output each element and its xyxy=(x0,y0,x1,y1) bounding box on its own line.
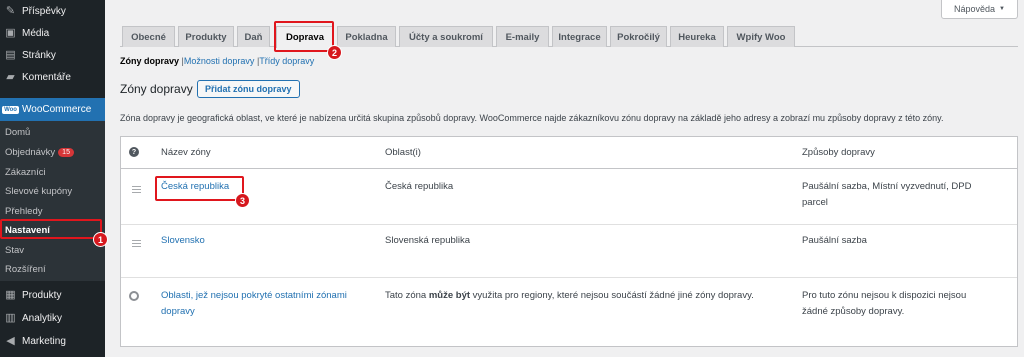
subnav-shipping-zones[interactable]: Zóny dopravy xyxy=(120,56,179,66)
callout-highlight-settings xyxy=(0,219,102,239)
submenu-item-coupons[interactable]: Slevové kupóny xyxy=(5,186,72,197)
methods-line: žádné způsoby dopravy. xyxy=(802,306,905,317)
menu-item-pages[interactable]: ▤ Stránky xyxy=(0,44,105,66)
menu-item-label: Analytiky xyxy=(22,312,63,324)
callout-highlight-shipping-tab xyxy=(274,21,334,52)
tab-accounts-privacy[interactable]: Účty a soukromí xyxy=(399,26,493,47)
methods-line: Pro tuto zónu nejsou k dispozici nejsou xyxy=(802,290,967,301)
menu-item-label: Marketing xyxy=(22,335,66,347)
admin-sidebar: ✎ Příspěvky ▣ Média ▤ Stránky ▰ Komentář… xyxy=(0,0,105,357)
help-button[interactable]: Nápověda ▼ xyxy=(941,0,1018,19)
zone-methods-line: Paušální sazba, Místní vyzvednutí, DPD xyxy=(802,181,972,192)
page-title: Zóny dopravy xyxy=(120,82,193,96)
tab-advanced[interactable]: Pokročilý xyxy=(610,26,667,47)
tab-products[interactable]: Produkty xyxy=(178,26,234,47)
add-shipping-zone-button[interactable]: Přidat zónu dopravy xyxy=(197,80,300,98)
submenu-item-home[interactable]: Domů xyxy=(5,127,30,138)
region-text: Tato zóna xyxy=(385,290,427,301)
zone-region: Slovenská republika xyxy=(385,235,471,246)
submenu-item-status[interactable]: Stav xyxy=(5,245,24,256)
tab-tax[interactable]: Daň xyxy=(237,26,270,47)
region-text-bold: může být xyxy=(428,290,471,301)
row-divider xyxy=(121,277,1017,278)
tab-wpify-woo[interactable]: Wpify Woo xyxy=(727,26,795,47)
menu-item-label: Produkty xyxy=(22,289,62,301)
media-icon: ▣ xyxy=(5,26,16,39)
callout-highlight-zone-cz xyxy=(155,176,244,201)
callout-marker-1: 1 xyxy=(93,232,108,247)
pages-icon: ▤ xyxy=(5,48,16,61)
menu-item-label: Média xyxy=(22,27,50,39)
row-divider xyxy=(121,224,1017,225)
tab-checkout[interactable]: Pokladna xyxy=(337,26,396,47)
marketing-icon: ◀ xyxy=(6,334,15,347)
table-header xyxy=(121,137,1017,169)
menu-item-marketing[interactable]: ◀ Marketing xyxy=(0,330,105,352)
submenu-item-reports[interactable]: Přehledy xyxy=(5,206,43,217)
shipping-zones-table: ? Název zóny Oblast(i) Způsoby dopravy Č… xyxy=(120,136,1018,347)
menu-item-comments[interactable]: ▰ Komentáře xyxy=(0,66,105,88)
submenu-item-label: Objednávky xyxy=(5,147,56,158)
menu-item-analytics[interactable]: ▥ Analytiky xyxy=(0,307,105,329)
menu-item-label: WooCommerce xyxy=(22,104,92,115)
callout-marker-3: 3 xyxy=(235,193,250,208)
drag-handle-icon[interactable] xyxy=(132,186,141,193)
tab-general[interactable]: Obecné xyxy=(122,26,175,47)
menu-item-label: Stránky xyxy=(22,49,56,61)
rest-of-world-zone-link[interactable]: Oblasti, jež nejsou pokryté ostatními zó… xyxy=(161,288,347,320)
settings-tabs: Obecné Produkty Daň Doprava Pokladna Účt… xyxy=(120,26,1018,48)
woocommerce-submenu: Domů Objednávky 15 Zákazníci Slevové kupó… xyxy=(0,121,105,281)
column-header-methods: Způsoby dopravy xyxy=(802,147,875,158)
submenu-item-customers[interactable]: Zákazníci xyxy=(5,167,46,178)
column-header-regions: Oblast(i) xyxy=(385,147,421,158)
zone-name-line: Oblasti, jež nejsou pokryté ostatními zó… xyxy=(161,290,347,301)
menu-item-label: Příspěvky xyxy=(22,5,66,17)
analytics-icon: ▥ xyxy=(5,311,16,324)
region-text: využita pro regiony, které nejsou součás… xyxy=(472,290,754,301)
pin-icon: ✎ xyxy=(5,4,16,17)
column-header-zone-name: Název zóny xyxy=(161,147,211,158)
globe-icon xyxy=(129,291,139,301)
drag-handle-icon[interactable] xyxy=(132,240,141,247)
tab-emails[interactable]: E-maily xyxy=(496,26,549,47)
products-icon: ▦ xyxy=(5,288,16,301)
tab-heureka[interactable]: Heureka xyxy=(670,26,724,47)
zone-name-link[interactable]: Slovensko xyxy=(161,233,205,249)
help-button-label: Nápověda xyxy=(954,4,996,14)
menu-item-products[interactable]: ▦ Produkty xyxy=(0,284,105,306)
callout-marker-2: 2 xyxy=(327,45,342,60)
zone-name-line: dopravy xyxy=(161,306,195,317)
submenu-item-orders[interactable]: Objednávky 15 xyxy=(5,147,74,158)
woocommerce-icon: Woo xyxy=(2,105,19,114)
zone-methods: Paušální sazba, Místní vyzvednutí, DPD p… xyxy=(802,179,972,211)
zone-methods-line: parcel xyxy=(802,197,828,208)
rest-of-world-region: Tato zóna může být využita pro regiony, … xyxy=(385,288,754,304)
zone-region: Česká republika xyxy=(385,181,454,192)
subnav-shipping-options[interactable]: Možnosti dopravy xyxy=(184,56,255,66)
submenu-item-extensions[interactable]: Rozšíření xyxy=(5,264,46,275)
comments-icon: ▰ xyxy=(6,70,15,83)
menu-item-woocommerce[interactable]: Woo WooCommerce xyxy=(0,98,105,121)
menu-item-label: Komentáře xyxy=(22,71,71,83)
tab-integration[interactable]: Integrace xyxy=(552,26,607,47)
menu-item-posts[interactable]: ✎ Příspěvky xyxy=(0,0,105,22)
help-icon[interactable]: ? xyxy=(129,147,139,157)
section-description: Zóna dopravy je geografická oblast, ve k… xyxy=(120,113,944,123)
rest-of-world-methods: Pro tuto zónu nejsou k dispozici nejsou … xyxy=(802,288,966,320)
zone-methods: Paušální sazba xyxy=(802,235,867,246)
menu-item-media[interactable]: ▣ Média xyxy=(0,22,105,44)
orders-count-badge: 15 xyxy=(58,148,74,157)
chevron-down-icon: ▼ xyxy=(999,6,1005,12)
shipping-subnav: Zóny dopravy |Možnosti dopravy |Třídy do… xyxy=(120,56,314,66)
subnav-shipping-classes[interactable]: Třídy dopravy xyxy=(259,56,314,66)
